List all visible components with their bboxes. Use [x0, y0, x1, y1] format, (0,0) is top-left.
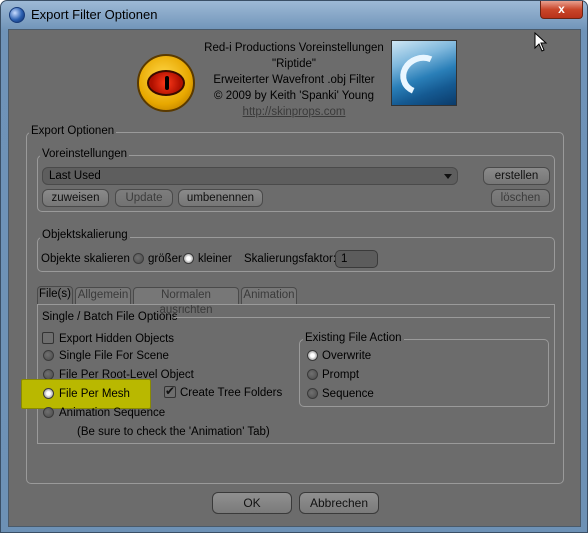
smaller-label: kleiner — [198, 253, 232, 265]
rename-preset-button[interactable]: umbenennen — [178, 189, 263, 207]
mouse-cursor-icon — [534, 32, 548, 52]
header-info: Red-i Productions Voreinstellungen "Ript… — [197, 40, 391, 120]
single-batch-divider — [174, 317, 550, 318]
dialog-window: Export Filter Optionen x Red-i Productio… — [0, 0, 588, 533]
header-line-1: Red-i Productions Voreinstellungen — [204, 42, 384, 54]
preset-selected-value: Last Used — [49, 170, 101, 182]
header-line-2: "Riptide" — [272, 58, 316, 70]
overwrite-radio[interactable] — [307, 350, 318, 361]
preset-dropdown[interactable]: Last Used — [42, 167, 458, 185]
animation-sequence-label: Animation Sequence — [59, 407, 166, 419]
export-hidden-checkbox[interactable] — [42, 332, 54, 344]
close-button[interactable]: x — [540, 1, 583, 19]
per-mesh-radio[interactable] — [43, 388, 54, 399]
app-icon — [9, 7, 25, 23]
tab-normals[interactable]: Normalen ausrichten — [133, 287, 239, 316]
prompt-radio[interactable] — [307, 369, 318, 380]
tree-folders-checkbox[interactable] — [164, 384, 176, 398]
smaller-radio[interactable] — [183, 253, 194, 264]
dialog-client-area: Red-i Productions Voreinstellungen "Ript… — [8, 29, 581, 527]
scale-factor-label: Skalierungsfaktor: — [244, 253, 337, 265]
export-options-label: Export Optionen — [29, 125, 117, 137]
tab-files[interactable]: File(s) — [37, 286, 73, 304]
single-file-radio[interactable] — [43, 350, 54, 361]
scaling-label: Objektskalierung — [40, 229, 130, 241]
animation-note: (Be sure to check the 'Animation' Tab) — [77, 426, 270, 438]
tree-folders-label: Create Tree Folders — [180, 387, 283, 399]
cancel-button[interactable]: Abbrechen — [299, 492, 379, 514]
existing-file-label: Existing File Action — [303, 332, 404, 344]
export-hidden-label: Export Hidden Objects — [59, 333, 175, 345]
prompt-label: Prompt — [322, 369, 360, 381]
header-line-3: Erweiterter Wavefront .obj Filter — [213, 74, 375, 86]
tab-general[interactable]: Allgemein — [75, 287, 131, 304]
bigger-radio[interactable] — [133, 253, 144, 264]
update-preset-button[interactable]: Update — [115, 189, 173, 207]
scale-objects-label: Objekte skalieren — [41, 253, 130, 265]
single-file-label: Single File For Scene — [59, 350, 169, 362]
overwrite-label: Overwrite — [322, 350, 372, 362]
riptide-wave-image — [391, 40, 457, 106]
chevron-down-icon — [444, 174, 452, 179]
header-line-4: © 2009 by Keith 'Spanki' Young — [214, 90, 374, 102]
animation-sequence-radio[interactable] — [43, 407, 54, 418]
title-bar[interactable]: Export Filter Optionen x — [1, 1, 587, 29]
single-batch-label: Single / Batch File Options — [42, 311, 178, 323]
create-preset-button[interactable]: erstellen — [483, 167, 550, 185]
presets-label: Voreinstellungen — [40, 148, 130, 160]
sequence-label: Sequence — [322, 388, 374, 400]
bigger-label: größer — [148, 253, 182, 265]
assign-preset-button[interactable]: zuweisen — [42, 189, 109, 207]
window-title: Export Filter Optionen — [31, 7, 158, 22]
per-mesh-label: File Per Mesh — [59, 388, 130, 400]
ok-button[interactable]: OK — [212, 492, 292, 514]
red-i-logo-icon — [137, 54, 195, 112]
sequence-radio[interactable] — [307, 388, 318, 399]
scale-factor-input[interactable]: 1 — [335, 250, 378, 268]
tab-animation[interactable]: Animation — [241, 287, 297, 304]
website-link[interactable]: http://skinprops.com — [197, 104, 391, 120]
delete-preset-button[interactable]: löschen — [491, 189, 550, 207]
